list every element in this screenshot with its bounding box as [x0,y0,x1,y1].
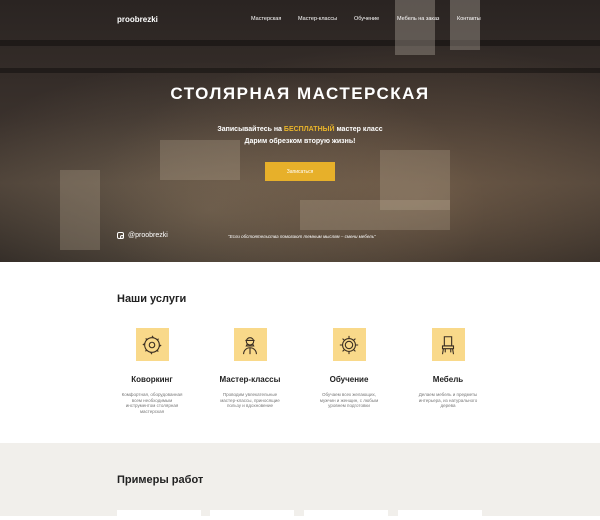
hero-title: СТОЛЯРНАЯ МАСТЕРСКАЯ [170,84,430,103]
services-title: Наши услуги [117,293,187,305]
portfolio-card[interactable] [304,510,388,520]
nav-link-workshop[interactable]: Мастерская [251,16,281,22]
hero-section: proobrezki Мастерская Мастер-классы Обуч… [0,0,600,262]
photo-window [395,0,435,55]
nav-link-training[interactable]: Обучение [354,16,379,22]
service-furniture[interactable]: Мебель Делаем мебель и предметы интерьер… [398,328,498,409]
service-training[interactable]: Обучение Обучаем всех желающих, мужчин и… [299,328,399,409]
instagram-icon [117,232,124,239]
photo-beam [0,68,600,73]
nav-link-contacts[interactable]: Контакты [457,16,481,22]
hero-sub-accent: БЕСПЛАТНЫЙ [283,126,335,133]
nav-link-masterclasses[interactable]: Мастер-классы [298,16,337,22]
craftsman-icon [233,328,267,361]
service-title: Мастер-классы [219,375,281,384]
service-title: Коворкинг [131,375,173,384]
instagram-handle: @proobrezki [128,232,168,239]
service-desc: Делаем мебель и предметы интерьера, из н… [418,392,478,408]
portfolio-section: Примеры работ [0,443,600,520]
hero-subtitle: Записывайтесь на БЕСПЛАТНЫЙ мастер класс… [0,124,600,148]
portfolio-card[interactable] [398,510,482,520]
hero-quote: "Если обстоятельства помогают темным мыс… [228,234,376,239]
instagram-link[interactable]: @proobrezki [117,232,168,239]
nav-link-furniture[interactable]: Мебель на заказ [397,16,439,22]
photo-beam [0,40,600,46]
chair-icon [431,328,465,361]
service-desc: Обучаем всех желающих, мужчин и женщин, … [319,392,379,408]
service-masterclasses[interactable]: Мастер-классы Проводим увлекательные мас… [200,328,300,409]
service-title: Мебель [432,375,464,384]
hero-sub-suffix: мастер класс [334,126,383,133]
portfolio-card[interactable] [210,510,294,520]
service-desc: Проводим увлекательные мастер-классы, пр… [220,392,280,408]
photo-window [450,0,480,50]
photo-workbench [300,200,450,230]
site-logo[interactable]: proobrezki [117,15,158,24]
service-coworking[interactable]: Коворкинг Комфортная, оборудованная всем… [102,328,202,414]
signup-button[interactable]: Записаться [265,162,335,181]
service-desc: Комфортная, оборудованная всем необходим… [121,392,183,414]
saw-blade-icon [135,328,169,361]
photo-shelf [60,170,100,250]
service-title: Обучение [329,375,369,384]
training-gear-icon [332,328,366,361]
portfolio-title: Примеры работ [117,474,204,486]
hero-sub-line2: Дарим обрезком вторую жизнь! [244,138,356,145]
portfolio-card[interactable] [117,510,201,520]
hero-sub-prefix: Записывайтесь на [217,126,284,133]
